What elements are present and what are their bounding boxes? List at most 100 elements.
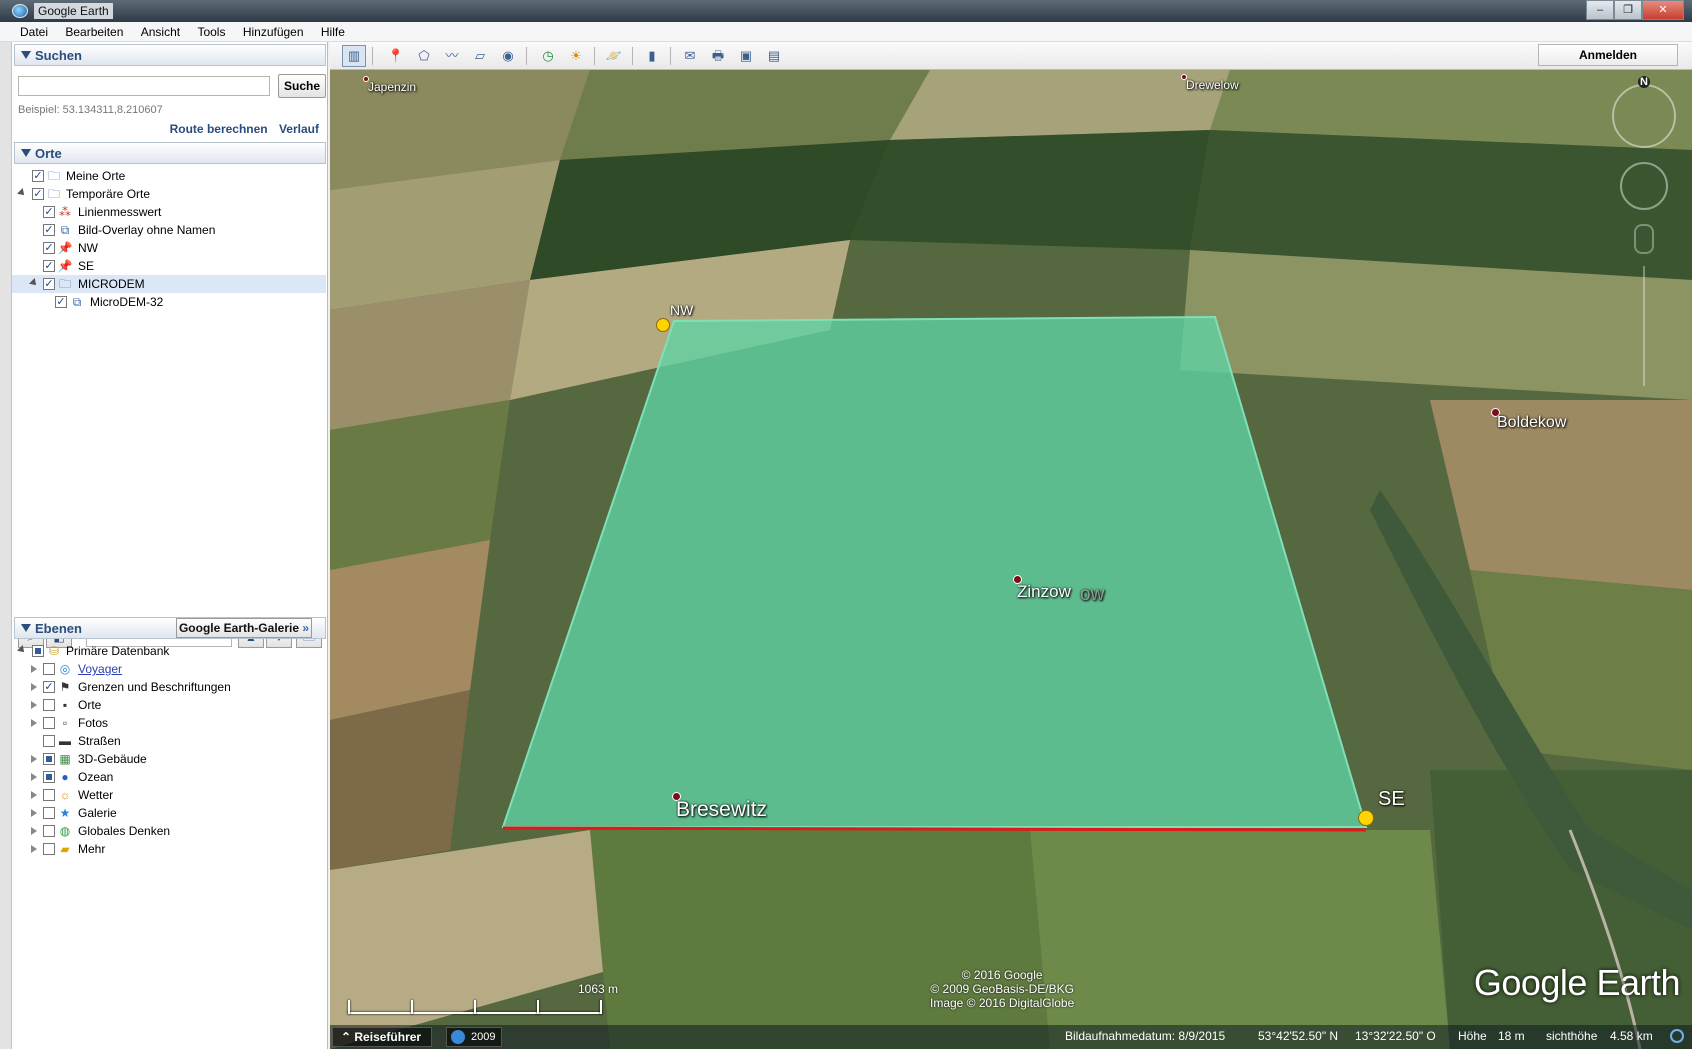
expand-arrow-icon[interactable]	[31, 755, 37, 763]
expand-arrow-icon[interactable]	[31, 845, 37, 853]
search-input[interactable]	[18, 76, 270, 96]
add-path-icon[interactable]: 〰	[440, 45, 464, 67]
layer-ozean[interactable]: ● Ozean	[12, 768, 326, 786]
email-icon[interactable]: ✉	[678, 45, 702, 67]
add-placemark-icon[interactable]: 📍	[384, 45, 408, 67]
layer-primaere-datenbank[interactable]: ⛁ Primäre Datenbank	[12, 642, 326, 660]
layer-voyager[interactable]: ◎ Voyager	[12, 660, 326, 678]
add-image-overlay-icon[interactable]: ▱	[468, 45, 492, 67]
checkbox[interactable]	[43, 699, 55, 711]
expand-arrow-icon[interactable]	[17, 188, 27, 198]
save-image-icon[interactable]: ▤	[762, 45, 786, 67]
expand-arrow-icon[interactable]	[29, 278, 39, 288]
checkbox[interactable]	[43, 825, 55, 837]
label-bresewitz[interactable]: Bresewitz	[676, 798, 767, 822]
tree-item-microdem-32[interactable]: ✓ ⧉ MicroDEM-32	[12, 293, 326, 311]
signin-button[interactable]: Anmelden	[1538, 44, 1678, 66]
tour-guide-button[interactable]: ⌃ Reiseführer	[332, 1027, 432, 1047]
menu-tools[interactable]: Tools	[190, 22, 232, 41]
layer-fotos[interactable]: ▫ Fotos	[12, 714, 326, 732]
label-nw[interactable]: NW	[670, 302, 693, 318]
checkbox[interactable]	[43, 771, 55, 783]
layer-3d-gebaeude[interactable]: ▦ 3D-Gebäude	[12, 750, 326, 768]
minimize-button[interactable]: –	[1586, 0, 1614, 20]
label-japenzin[interactable]: Japenzin	[368, 80, 416, 94]
layer-grenzen[interactable]: ✓ ⚑ Grenzen und Beschriftungen	[12, 678, 326, 696]
menu-ansicht[interactable]: Ansicht	[134, 22, 187, 41]
expand-arrow-icon[interactable]	[31, 809, 37, 817]
expand-arrow-icon[interactable]	[31, 683, 37, 691]
tree-item-microdem[interactable]: ✓ 🗀 MICRODEM	[12, 275, 326, 293]
expand-arrow-icon[interactable]	[31, 719, 37, 727]
panel-splitter[interactable]	[0, 42, 12, 1049]
menu-hilfe[interactable]: Hilfe	[314, 22, 352, 41]
tree-item-meine-orte[interactable]: ✓ 🗀 Meine Orte	[12, 167, 326, 185]
checkbox[interactable]: ✓	[43, 278, 55, 290]
label-se[interactable]: SE	[1378, 788, 1405, 811]
tree-item-nw[interactable]: ✓ 📌 NW	[12, 239, 326, 257]
checkbox[interactable]	[43, 789, 55, 801]
menu-datei[interactable]: Datei	[13, 22, 55, 41]
sunlight-icon[interactable]: ☀	[564, 45, 588, 67]
navigation-controls[interactable]: N	[1606, 76, 1682, 396]
expand-arrow-icon[interactable]	[17, 645, 27, 655]
checkbox[interactable]: ✓	[43, 206, 55, 218]
layer-strassen[interactable]: ▬ Straßen	[12, 732, 326, 750]
checkbox[interactable]	[43, 843, 55, 855]
layer-galerie[interactable]: ★ Galerie	[12, 804, 326, 822]
map-view[interactable]: Japenzin Drewelow Boldekow Zinzow ow Bre…	[330, 70, 1692, 1049]
route-link[interactable]: Route berechnen	[170, 122, 268, 136]
layer-label[interactable]: Voyager	[78, 660, 122, 678]
places-panel-header[interactable]: Orte	[14, 142, 326, 164]
historical-imagery-button[interactable]: 2009	[446, 1027, 502, 1047]
yellow-pushpin-icon[interactable]	[1358, 810, 1374, 826]
expand-arrow-icon[interactable]	[31, 773, 37, 781]
label-zinzow[interactable]: Zinzow	[1017, 582, 1071, 602]
streetview-pegman-icon[interactable]	[1634, 224, 1654, 254]
yellow-pushpin-icon[interactable]	[656, 318, 670, 332]
layer-globales-denken[interactable]: ◍ Globales Denken	[12, 822, 326, 840]
checkbox[interactable]: ✓	[43, 242, 55, 254]
compass-ring[interactable]	[1612, 84, 1676, 148]
close-button[interactable]: ✕	[1642, 0, 1684, 20]
layer-mehr[interactable]: ▰ Mehr	[12, 840, 326, 858]
layer-wetter[interactable]: ☼ Wetter	[12, 786, 326, 804]
north-indicator[interactable]: N	[1638, 76, 1650, 88]
label-drewelow[interactable]: Drewelow	[1186, 78, 1239, 92]
add-polygon-icon[interactable]: ⬠	[412, 45, 436, 67]
search-panel-header[interactable]: Suchen	[14, 44, 326, 66]
view-in-maps-icon[interactable]: ▣	[734, 45, 758, 67]
checkbox[interactable]: ✓	[32, 188, 44, 200]
checkbox[interactable]: ✓	[55, 296, 67, 308]
menu-bearbeiten[interactable]: Bearbeiten	[58, 22, 130, 41]
ruler-icon[interactable]: ▮	[640, 45, 664, 67]
tree-item-bild-overlay[interactable]: ✓ ⧉ Bild-Overlay ohne Namen	[12, 221, 326, 239]
checkbox[interactable]	[43, 735, 55, 747]
checkbox[interactable]: ✓	[43, 260, 55, 272]
tree-item-se[interactable]: ✓ 📌 SE	[12, 257, 326, 275]
checkbox[interactable]	[43, 753, 55, 765]
tree-item-linienmesswert[interactable]: ✓ ⁂ Linienmesswert	[12, 203, 326, 221]
zoom-slider[interactable]	[1643, 266, 1645, 386]
maximize-button[interactable]: ❐	[1614, 0, 1642, 20]
expand-arrow-icon[interactable]	[31, 701, 37, 709]
checkbox[interactable]: ✓	[43, 224, 55, 236]
look-joystick[interactable]	[1620, 162, 1668, 210]
checkbox[interactable]	[32, 645, 44, 657]
switch-planet-icon[interactable]: 🪐	[602, 45, 626, 67]
expand-arrow-icon[interactable]	[31, 665, 37, 673]
layer-orte[interactable]: ▪ Orte	[12, 696, 326, 714]
historical-imagery-icon[interactable]: ◷	[536, 45, 560, 67]
expand-arrow-icon[interactable]	[31, 827, 37, 835]
label-boldekow[interactable]: Boldekow	[1497, 414, 1566, 432]
checkbox[interactable]: ✓	[43, 681, 55, 693]
checkbox[interactable]	[43, 663, 55, 675]
expand-arrow-icon[interactable]	[31, 791, 37, 799]
checkbox[interactable]	[43, 717, 55, 729]
tree-item-temporaere-orte[interactable]: ✓ 🗀 Temporäre Orte	[12, 185, 326, 203]
menu-hinzufuegen[interactable]: Hinzufügen	[236, 22, 311, 41]
checkbox[interactable]	[43, 807, 55, 819]
print-icon[interactable]: 🖶	[706, 45, 730, 67]
earth-gallery-button[interactable]: Google Earth-Galerie »	[176, 618, 312, 638]
checkbox[interactable]: ✓	[32, 170, 44, 182]
